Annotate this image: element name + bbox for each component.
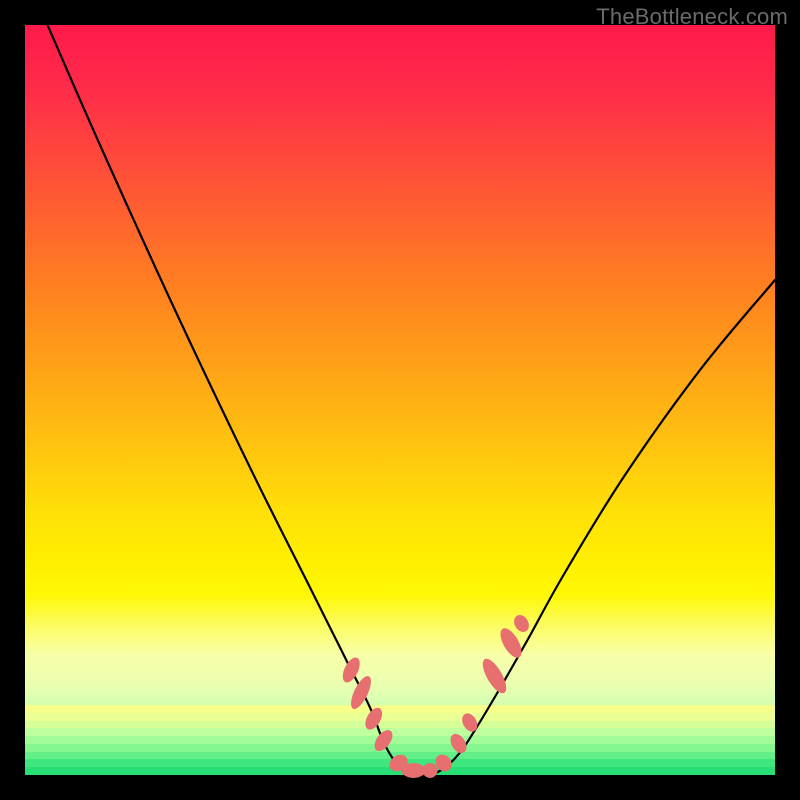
trough-2	[402, 763, 426, 778]
left-cluster	[339, 655, 363, 685]
left-cluster-4	[371, 727, 396, 754]
curve-markers	[339, 612, 532, 778]
right-2	[459, 711, 480, 735]
curve-layer	[25, 25, 775, 775]
trough-3	[423, 763, 438, 778]
left-cluster-3	[362, 705, 386, 733]
plot-area	[25, 25, 775, 775]
chart-frame: TheBottleneck.com	[0, 0, 800, 800]
right-cluster-3	[511, 612, 532, 634]
bottleneck-curve-path	[48, 25, 776, 776]
watermark-text: TheBottleneck.com	[596, 4, 788, 30]
